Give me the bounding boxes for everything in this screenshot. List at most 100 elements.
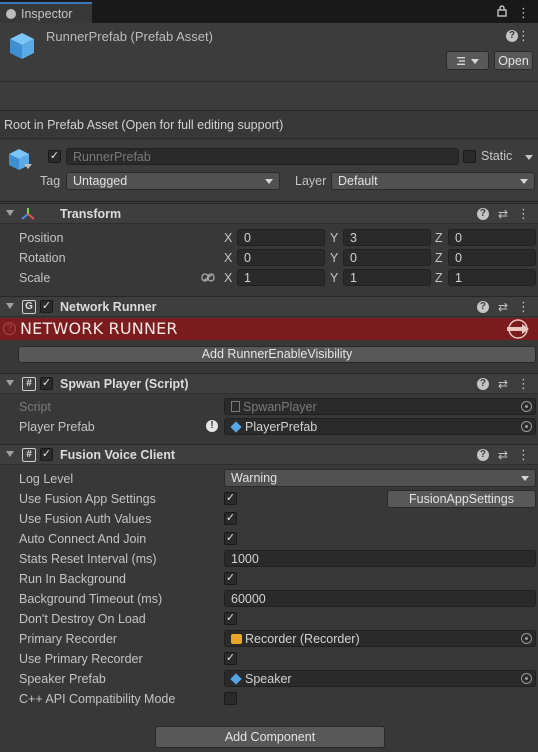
link-icon[interactable] (201, 273, 215, 282)
presets-icon[interactable]: ⇄ (498, 448, 508, 462)
toggle-checkbox[interactable]: ✓ (224, 652, 237, 665)
fusion-voice-title: Fusion Voice Client (60, 448, 176, 462)
player-prefab-label: Player Prefab (19, 420, 95, 434)
override-warning-icon: ! (206, 420, 218, 432)
log-level-dropdown[interactable]: Warning (224, 469, 536, 487)
toggle-checkbox[interactable]: ✓ (224, 512, 237, 525)
player-prefab-field[interactable]: PlayerPrefab (224, 418, 536, 435)
chevron-down-icon (521, 476, 529, 481)
kebab-menu-icon[interactable]: ⋮ (517, 447, 530, 463)
fold-arrow-icon[interactable] (6, 451, 14, 457)
position-label: Position (19, 231, 64, 245)
position-x-field[interactable]: 0 (237, 229, 325, 246)
rotation-y-field[interactable]: 0 (343, 249, 431, 266)
transform-header[interactable]: Transform ? ⇄ ⋮ (0, 203, 538, 224)
help-icon[interactable]: ? (476, 378, 489, 390)
object-picker-icon[interactable] (521, 421, 532, 432)
rotation-x-field[interactable]: 0 (237, 249, 325, 266)
presets-icon[interactable]: ⇄ (498, 207, 508, 221)
position-z-field[interactable]: 0 (448, 229, 536, 246)
layer-dropdown[interactable]: Default (331, 172, 535, 190)
kebab-menu-icon[interactable]: ⋮ (517, 299, 530, 315)
static-checkbox[interactable] (463, 150, 476, 163)
axis-z-label: Z (435, 271, 443, 285)
toggle-checkbox[interactable] (224, 692, 237, 705)
number-field[interactable]: 60000 (224, 590, 536, 607)
kebab-menu-icon[interactable]: ⋮ (517, 28, 530, 44)
prefab-cube-icon (10, 33, 34, 59)
active-checkbox[interactable]: ✓ (48, 150, 61, 163)
divider (0, 81, 538, 82)
kebab-menu-icon[interactable]: ⋮ (517, 206, 530, 222)
object-field[interactable]: Recorder (Recorder) (224, 630, 536, 647)
script-value: SpwanPlayer (243, 400, 317, 414)
field-label: Use Fusion App Settings (19, 492, 156, 506)
root-note: Root in Prefab Asset (Open for full edit… (0, 112, 538, 139)
fusion-logo-icon (507, 319, 529, 339)
kebab-menu-icon[interactable]: ⋮ (517, 376, 530, 392)
prefab-icon (230, 421, 242, 433)
toggle-checkbox[interactable]: ✓ (224, 612, 237, 625)
enabled-checkbox[interactable]: ✓ (40, 377, 53, 390)
axis-x-label: X (224, 251, 233, 265)
axis-x-label: X (224, 271, 233, 285)
component-icon: G (22, 300, 36, 314)
toggle-checkbox[interactable]: ✓ (224, 492, 237, 505)
spawn-player-title: Spwan Player (Script) (60, 377, 189, 391)
banner-text: NETWORK RUNNER (20, 319, 178, 338)
field-label: Log Level (19, 472, 74, 486)
add-component-button[interactable]: Add Component (155, 726, 385, 748)
help-icon[interactable]: ? (476, 208, 489, 220)
presets-icon[interactable]: ⇄ (498, 377, 508, 391)
script-label: Script (19, 400, 51, 414)
object-picker-icon[interactable] (521, 633, 532, 644)
fusion-voice-header[interactable]: # ✓ Fusion Voice Client ? ⇄ ⋮ (0, 444, 538, 465)
field-label: Use Primary Recorder (19, 652, 143, 666)
add-runner-enable-visibility-button[interactable]: Add RunnerEnableVisibility (18, 346, 536, 363)
fold-arrow-icon[interactable] (6, 380, 14, 386)
open-button[interactable]: Open (494, 51, 533, 70)
info-icon (6, 8, 16, 19)
rotation-z-field[interactable]: 0 (448, 249, 536, 266)
kebab-menu-icon[interactable]: ⋮ (517, 5, 530, 21)
object-field[interactable]: Speaker (224, 670, 536, 687)
tab-bar: Inspector ⋮ (0, 0, 538, 23)
script-icon: # (22, 448, 36, 462)
asset-title: RunnerPrefab (Prefab Asset) (46, 29, 213, 44)
scale-x-field[interactable]: 1 (237, 269, 325, 286)
script-icon: # (22, 377, 36, 391)
list-dropdown-button[interactable] (446, 51, 489, 70)
fold-arrow-icon[interactable] (6, 210, 14, 216)
help-icon[interactable]: ? (476, 449, 489, 461)
rotation-label: Rotation (19, 251, 66, 265)
scale-z-field[interactable]: 1 (448, 269, 536, 286)
presets-icon[interactable]: ⇄ (498, 300, 508, 314)
axis-z-label: Z (435, 251, 443, 265)
gameobject-name-field[interactable]: RunnerPrefab (66, 148, 459, 165)
enabled-checkbox[interactable]: ✓ (40, 448, 53, 461)
toggle-checkbox[interactable]: ✓ (224, 532, 237, 545)
player-prefab-value: PlayerPrefab (245, 420, 318, 434)
tag-dropdown[interactable]: Untagged (66, 172, 280, 190)
fusion-app-settings-button[interactable]: FusionAppSettings (387, 490, 536, 508)
object-picker-icon[interactable] (521, 673, 532, 684)
recorder-icon (231, 634, 242, 644)
script-field: SpwanPlayer (224, 398, 536, 415)
fold-arrow-icon[interactable] (6, 303, 14, 309)
field-label: Auto Connect And Join (19, 532, 147, 546)
network-runner-header[interactable]: G ✓ Network Runner ? ⇄ ⋮ (0, 296, 538, 317)
position-y-field[interactable]: 3 (343, 229, 431, 246)
field-label: Stats Reset Interval (ms) (19, 552, 157, 566)
scale-y-field[interactable]: 1 (343, 269, 431, 286)
number-field[interactable]: 1000 (224, 550, 536, 567)
chevron-down-icon[interactable] (24, 164, 32, 170)
axis-z-label: Z (435, 231, 443, 245)
chevron-down-icon[interactable] (525, 155, 533, 161)
enabled-checkbox[interactable]: ✓ (40, 300, 53, 313)
lock-icon[interactable] (497, 5, 507, 21)
tab-inspector[interactable]: Inspector (0, 2, 92, 23)
toggle-checkbox[interactable]: ✓ (224, 572, 237, 585)
inspector-header: RunnerPrefab (Prefab Asset) ? ⋮ Open (0, 23, 538, 111)
spawn-player-header[interactable]: # ✓ Spwan Player (Script) ? ⇄ ⋮ (0, 373, 538, 394)
help-icon[interactable]: ? (476, 301, 489, 313)
